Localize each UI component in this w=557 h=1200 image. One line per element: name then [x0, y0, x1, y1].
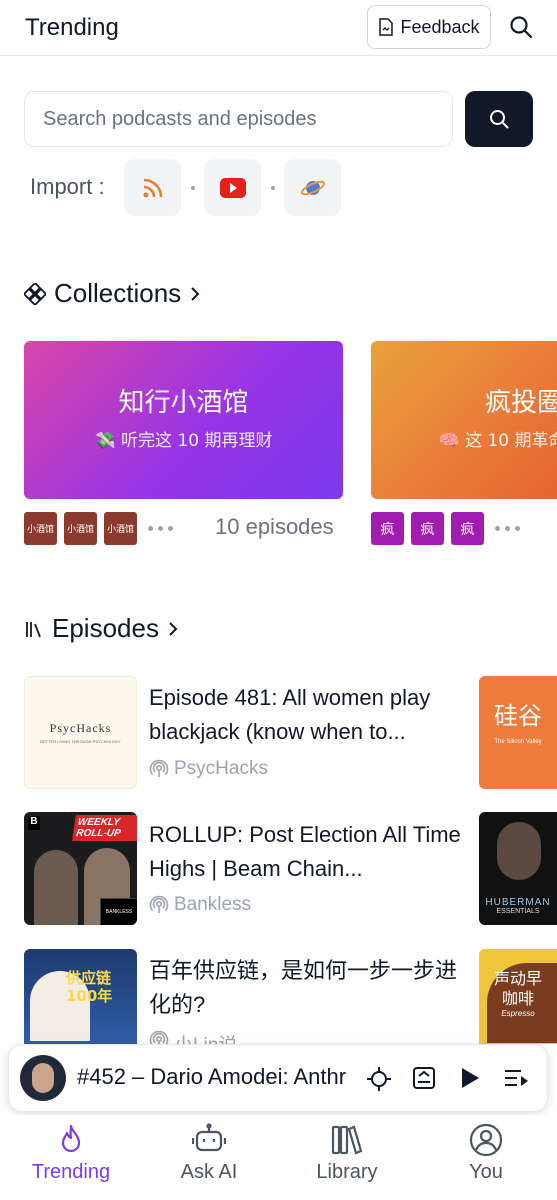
import-rss-button[interactable] [124, 159, 181, 216]
episode-artwork[interactable]: PsycHacks BETTER LIVING THROUGH PSYCHOLO… [24, 676, 137, 789]
episode-thumbnail: 疯 [411, 512, 444, 545]
play-icon[interactable] [459, 1066, 481, 1090]
import-planet-button[interactable] [284, 159, 341, 216]
podcast-name: PsycHacks [174, 758, 268, 779]
planet-icon [300, 180, 325, 195]
artwork-title: 供应链100年 [66, 969, 113, 1005]
nav-library[interactable]: Library [292, 1115, 402, 1200]
episode-artwork[interactable]: HUBERMAN ESSENTIALS [479, 812, 557, 925]
import-label: Import : [30, 174, 105, 199]
episode-podcast[interactable]: Bankless [149, 894, 251, 916]
youtube-icon [219, 177, 246, 198]
search-input[interactable] [24, 91, 453, 147]
podcast-icon [149, 895, 169, 913]
episode-thumbnail: 小酒馆 [104, 512, 137, 545]
collection-subtitle: 🧠 这 10 期革命你的 [438, 431, 557, 451]
collections-icon [24, 282, 46, 305]
search-icon[interactable] [508, 14, 534, 40]
artwork-title: HUBERMAN [485, 897, 551, 908]
now-playing-title[interactable]: #452 – Dario Amodei: Anthropic CEO [77, 1064, 347, 1090]
episode-thumbnail: 小酒馆 [24, 512, 57, 545]
feedback-icon [379, 18, 394, 36]
artwork-title: WEEKLY ROLL-UP [72, 815, 137, 841]
import-youtube-button[interactable] [204, 159, 261, 216]
artwork-subtitle: The Silicon Valley [494, 739, 542, 745]
episode-podcast[interactable]: PsycHacks [149, 758, 268, 780]
page-title: Trending [25, 14, 119, 41]
podcast-icon [149, 1030, 169, 1044]
rss-icon [143, 178, 162, 197]
chevron-right-icon [169, 621, 178, 636]
episode-podcast[interactable]: 小Lin说 [149, 1030, 237, 1044]
flame-icon [61, 1124, 81, 1153]
more-icon [148, 526, 173, 531]
bottom-nav: Trending Ask AI Library You [0, 1115, 557, 1200]
episode-artwork[interactable]: B WEEKLY ROLL-UP BANKLESS [24, 812, 137, 925]
feedback-button[interactable]: Feedback [367, 5, 491, 49]
episodes-heading[interactable]: Episodes [24, 613, 179, 644]
podcast-name: 小Lin说 [174, 1030, 237, 1044]
episodes-label: Episodes [52, 613, 159, 643]
collection-card[interactable]: 疯投圈 🧠 这 10 期革命你的 [371, 341, 557, 499]
nav-you[interactable]: You [431, 1115, 541, 1200]
podcast-icon [149, 759, 169, 777]
episode-artwork[interactable]: 供应链100年 [24, 949, 137, 1044]
artwork-subtitle: ESSENTIALS [496, 908, 540, 915]
user-icon [469, 1123, 503, 1157]
episode-thumbnail: 疯 [371, 512, 404, 545]
host-figure [34, 850, 78, 925]
separator-dot [191, 186, 195, 190]
collection-card[interactable]: 知行小酒馆 💸 听完这 10 期再理财 [24, 341, 343, 499]
episode-count: 10 episodes [215, 514, 334, 539]
more-icon [495, 526, 520, 531]
artwork-title: 声动早咖啡 [493, 969, 542, 1008]
nav-label: Library [316, 1161, 378, 1183]
nav-ask-ai[interactable]: Ask AI [154, 1115, 264, 1200]
separator-dot [271, 186, 275, 190]
bankless-logo: B [28, 816, 40, 830]
transcript-icon[interactable] [412, 1066, 436, 1090]
queue-icon[interactable] [503, 1067, 529, 1089]
episode-thumbnail: 疯 [451, 512, 484, 545]
artwork-subtitle: BETTER LIVING THROUGH PSYCHOLOGY [40, 739, 121, 744]
nav-label: You [469, 1161, 503, 1183]
host-figure [497, 822, 541, 880]
now-playing-artwork[interactable] [20, 1055, 66, 1101]
artwork-subtitle: Espresso [501, 1009, 535, 1018]
artwork-title: PsycHacks [49, 721, 112, 735]
crosshair-icon[interactable] [366, 1066, 392, 1092]
artwork-title: 硅谷 [494, 702, 542, 730]
nav-label: Trending [31, 1161, 111, 1183]
podcast-name: Bankless [174, 894, 252, 915]
collection-title: 知行小酒馆 [118, 388, 249, 418]
artwork-subtitle: BANKLESS [100, 898, 137, 925]
mini-player[interactable]: #452 – Dario Amodei: Anthropic CEO [8, 1044, 548, 1112]
episode-title[interactable]: ROLLUP: Post Election All Time Highs | B… [149, 818, 464, 886]
episode-artwork[interactable]: 声动早咖啡 Espresso [479, 949, 557, 1044]
search-icon [490, 110, 509, 129]
search-button[interactable] [465, 91, 533, 147]
episode-artwork[interactable]: 硅谷 The Silicon Valley [479, 676, 557, 789]
episode-title[interactable]: Episode 481: All women play blackjack (k… [149, 681, 464, 749]
robot-icon [192, 1123, 226, 1152]
collections-label: Collections [54, 278, 182, 308]
collections-heading[interactable]: Collections [24, 278, 201, 309]
library-icon [331, 1125, 363, 1155]
collection-subtitle: 💸 听完这 10 期再理财 [94, 431, 273, 451]
chevron-right-icon [191, 286, 200, 301]
collection-title: 疯投圈 [485, 388, 557, 418]
library-icon [26, 621, 41, 637]
feedback-label: Feedback [400, 16, 480, 37]
episode-thumbnail: 小酒馆 [64, 512, 97, 545]
nav-trending[interactable]: Trending [16, 1115, 126, 1200]
nav-label: Ask AI [180, 1161, 238, 1183]
episode-title[interactable]: 百年供应链，是如何一步一步进化的? [149, 954, 464, 1022]
